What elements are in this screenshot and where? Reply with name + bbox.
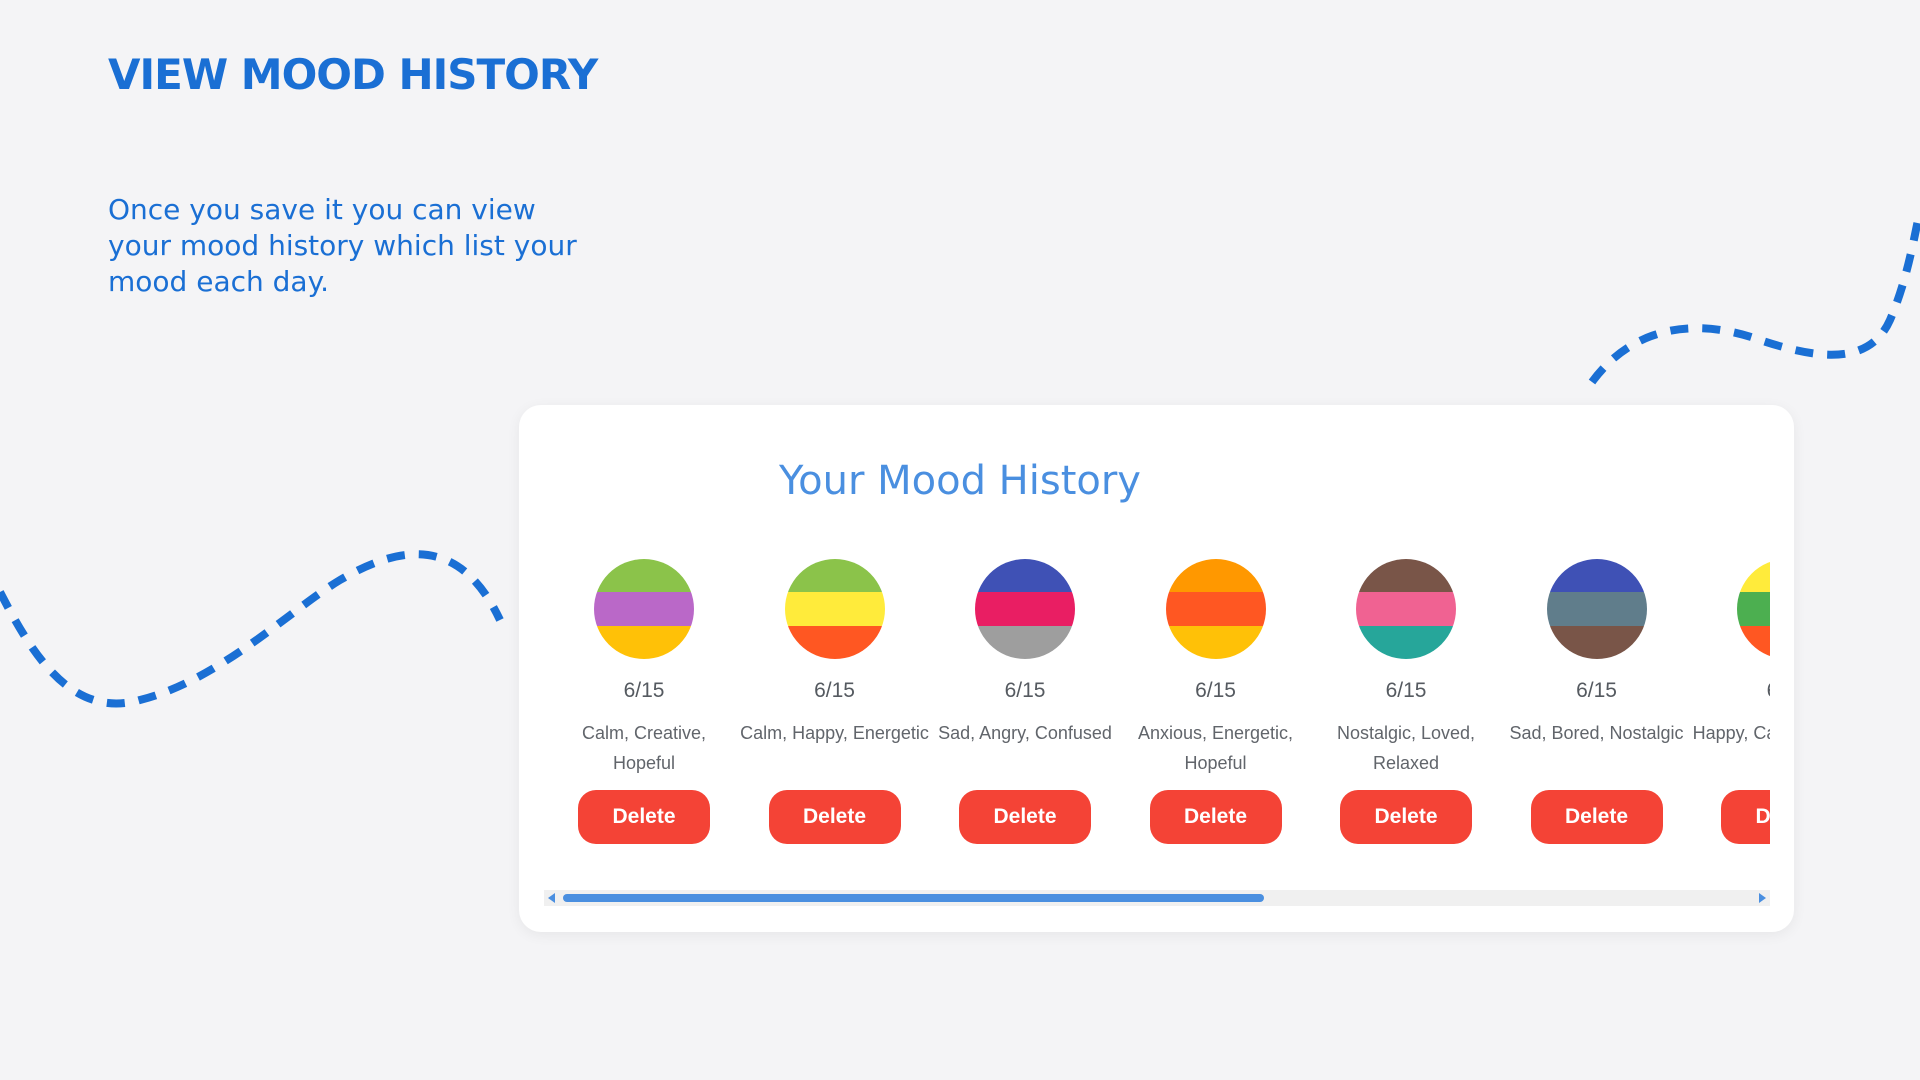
- mood-color-stripe: [1546, 559, 1647, 593]
- mood-history-list[interactable]: 6/15 Calm, Creative, Hopeful Delete 6/15 Cal…: [544, 555, 1770, 855]
- scrollbar-thumb[interactable]: [563, 894, 1264, 902]
- entry-moods: Sad, Bored, Nostalgic: [1509, 723, 1684, 743]
- slide-title: VIEW MOOD HISTORY: [108, 50, 598, 99]
- entry-date: 6/15: [1576, 679, 1617, 702]
- mood-color-stripe: [784, 559, 885, 593]
- mood-color-stripe: [975, 625, 1075, 659]
- mood-color-stripe: [1165, 592, 1266, 626]
- mood-color-circle: [594, 559, 694, 659]
- delete-button[interactable]: Delete: [1530, 790, 1663, 844]
- mood-entry: 6/15 Calm, Creative, Hopeful Delete: [549, 555, 739, 844]
- entry-date: 6/15: [1692, 676, 1770, 706]
- slide-description: Once you save it you can view your mood …: [108, 193, 577, 298]
- scroll-right-arrow-icon[interactable]: [1759, 893, 1766, 903]
- mood-color-stripe: [1737, 625, 1770, 659]
- mood-color-circle: [1737, 559, 1770, 659]
- entry-moods: Sad, Angry, Confused: [938, 723, 1112, 743]
- mood-color-stripe: [1165, 625, 1266, 659]
- entry-moods: Happy, Calm, Energetic: [1692, 723, 1770, 743]
- mood-color-stripe: [975, 592, 1075, 626]
- mood-entry: 6/15 Sad, Bored, Nostalgic Delete: [1502, 555, 1692, 844]
- mood-color-circle: [784, 559, 885, 659]
- mood-color-circle: [1165, 559, 1266, 659]
- mood-color-stripe: [594, 592, 694, 626]
- entry-moods: Calm, Happy, Energetic: [740, 723, 929, 743]
- mood-color-stripe: [784, 592, 885, 626]
- mood-entry: 6/15 Calm, Happy, Energetic Delete: [740, 555, 930, 844]
- mood-color-stripe: [975, 559, 1075, 593]
- entry-date: 6/15: [1195, 679, 1236, 702]
- entry-date: 6/15: [1004, 679, 1046, 702]
- entry-date: 6/15: [1385, 679, 1427, 702]
- mood-color-stripe: [1737, 592, 1770, 626]
- mood-color-stripe: [594, 625, 694, 659]
- mood-entry: 6/15 Happy, Calm, Energetic Delete: [1692, 555, 1770, 844]
- delete-button[interactable]: Delete: [1340, 790, 1472, 844]
- scroll-left-arrow-icon[interactable]: [548, 893, 555, 903]
- mood-color-circle: [975, 559, 1075, 659]
- delete-button[interactable]: Delete: [578, 790, 710, 844]
- card-title: Your Mood History: [779, 458, 1141, 504]
- mood-color-circle: [1356, 559, 1456, 659]
- mood-color-stripe: [1356, 559, 1456, 593]
- entry-date: 6/15: [814, 679, 855, 702]
- delete-button[interactable]: Delete: [768, 790, 901, 844]
- delete-button[interactable]: Delete: [1721, 790, 1770, 844]
- delete-button[interactable]: Delete: [959, 790, 1091, 844]
- mood-color-stripe: [784, 625, 885, 659]
- mood-color-stripe: [1356, 625, 1456, 659]
- mood-entry: 6/15 Anxious, Energetic, Hopeful Delete: [1121, 555, 1311, 844]
- mood-color-stripe: [594, 559, 694, 593]
- delete-button[interactable]: Delete: [1149, 790, 1282, 844]
- mood-color-circle: [1546, 559, 1647, 659]
- entry-moods: Calm, Creative, Hopeful: [581, 723, 707, 773]
- mood-entry: 6/15 Sad, Angry, Confused Delete: [930, 555, 1120, 844]
- mood-color-stripe: [1356, 592, 1456, 626]
- mood-color-stripe: [1737, 559, 1770, 593]
- mood-color-stripe: [1546, 592, 1647, 626]
- mood-entry: 6/15 Nostalgic, Loved, Relaxed Delete: [1311, 555, 1501, 844]
- entry-moods: Nostalgic, Loved, Relaxed: [1336, 723, 1476, 773]
- mood-color-stripe: [1165, 559, 1266, 593]
- mood-color-stripe: [1546, 625, 1647, 659]
- entry-moods: Anxious, Energetic, Hopeful: [1137, 723, 1294, 773]
- horizontal-scrollbar[interactable]: [544, 890, 1770, 906]
- entry-date: 6/15: [623, 679, 665, 702]
